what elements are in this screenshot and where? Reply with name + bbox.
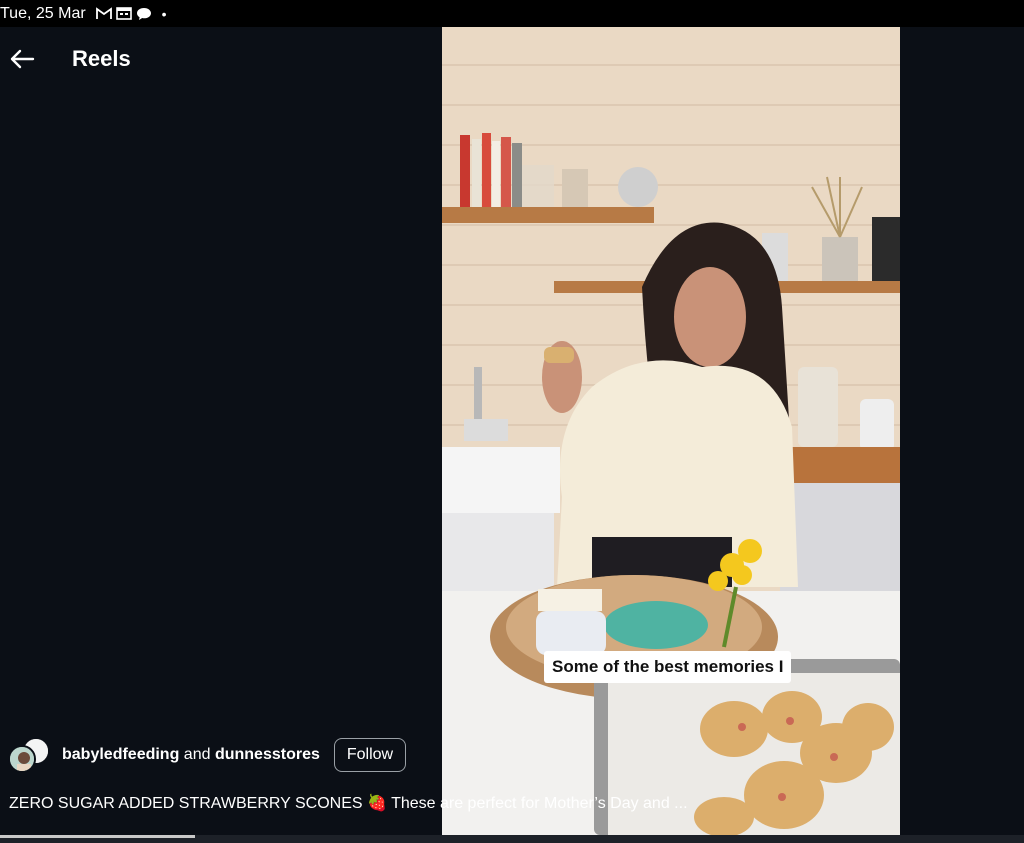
author-babyledfeeding-link[interactable]: babyledfeeding — [62, 746, 179, 763]
author-dunnesstores-link[interactable]: dunnesstores — [215, 746, 320, 763]
follow-button[interactable]: Follow — [333, 738, 407, 772]
top-bar: Reels — [0, 43, 131, 75]
post-description[interactable]: ZERO SUGAR ADDED STRAWBERRY SCONES 🍓 The… — [9, 793, 688, 813]
status-icons: • — [95, 5, 167, 22]
video-caption-overlay: Some of the best memories I — [544, 651, 792, 683]
chat-bubble-icon — [136, 7, 152, 21]
video-frame-illustration — [442, 27, 900, 835]
avatar-stack[interactable] — [8, 737, 52, 773]
avatar-babyledfeeding[interactable] — [8, 745, 36, 773]
playback-progress-fill — [0, 835, 195, 838]
back-button[interactable] — [0, 43, 44, 75]
gmail-icon — [95, 7, 112, 21]
status-date: Tue, 25 Mar — [0, 4, 86, 22]
back-arrow-icon — [10, 49, 35, 69]
notification-dot: • — [161, 5, 167, 22]
reels-screen: Reels Some of the best memories I babyle… — [0, 27, 1024, 843]
calendar-icon — [115, 7, 132, 21]
status-bar: Tue, 25 Mar • — [0, 0, 1024, 27]
page-title: Reels — [72, 46, 131, 71]
authors-text: babyledfeeding and dunnesstores — [62, 746, 320, 764]
reel-video[interactable]: Some of the best memories I — [442, 27, 900, 835]
playback-progress[interactable] — [0, 835, 1024, 843]
author-row: babyledfeeding and dunnesstores Follow — [8, 735, 407, 775]
authors-connector: and — [179, 746, 215, 763]
right-gutter — [900, 27, 1024, 835]
